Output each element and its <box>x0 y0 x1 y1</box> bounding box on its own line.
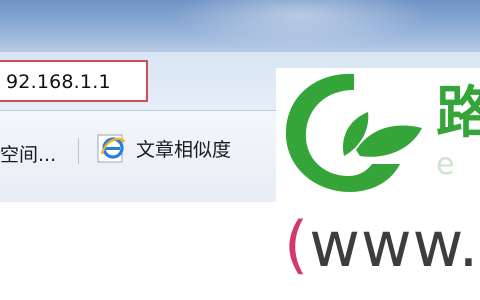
favorites-separator <box>78 138 79 164</box>
watermark-domain: (www. <box>284 214 479 276</box>
favorite-item-similarity[interactable]: 文章相似度 <box>96 132 231 164</box>
favorite-item-label: 文章相似度 <box>136 138 232 161</box>
browser-window: 92.168.1.1 空间... 文章相似度 测 原 路 e (www. <box>0 0 480 300</box>
ie-icon <box>97 134 126 163</box>
domain-text: www. <box>309 208 480 281</box>
logo-text: 路 <box>436 81 480 146</box>
address-bar-url: 92.168.1.1 <box>6 71 111 93</box>
favorite-item-space[interactable]: 空间... <box>0 140 56 167</box>
leaf-logo-icon <box>285 73 422 192</box>
title-bar <box>0 0 480 52</box>
address-bar-input[interactable]: 92.168.1.1 <box>0 60 148 102</box>
title-bar-sheen <box>170 0 430 50</box>
logo-text-faint: e <box>436 147 455 182</box>
domain-paren: ( <box>284 208 310 281</box>
